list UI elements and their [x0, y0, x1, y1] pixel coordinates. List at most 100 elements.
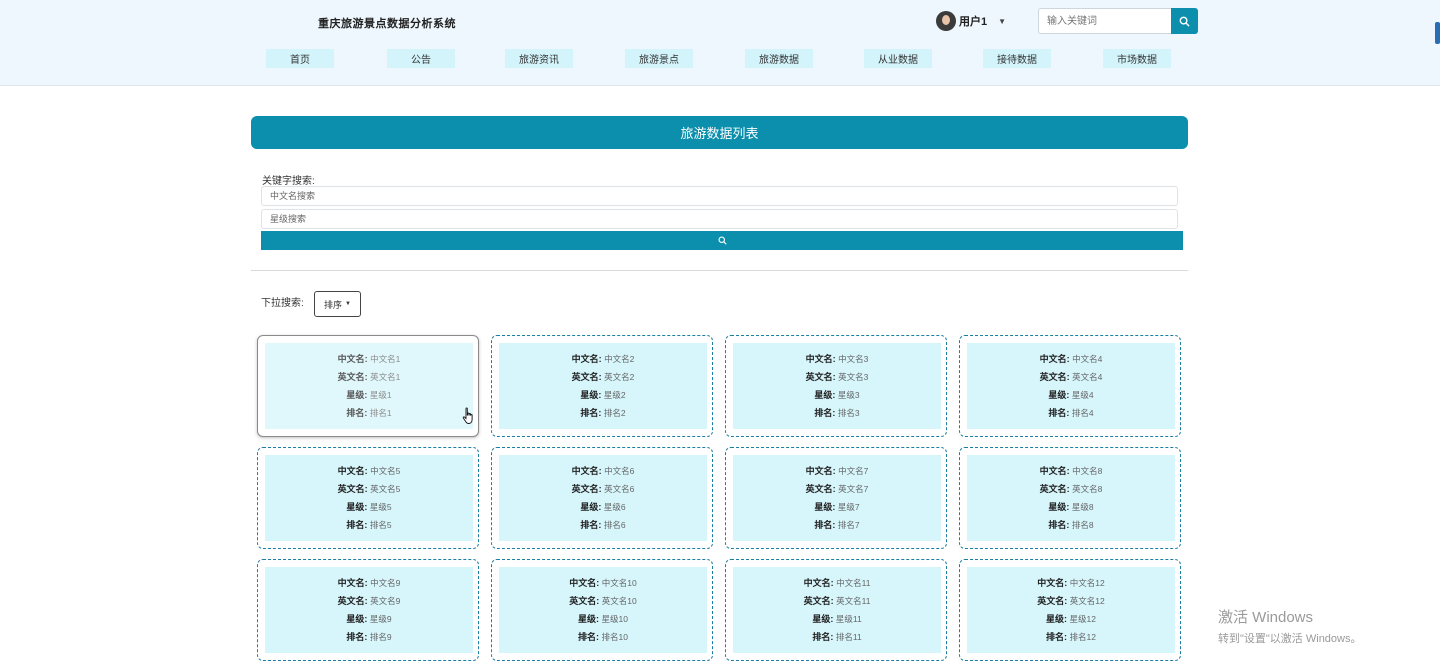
nav-item-employment-data[interactable]: 从业数据 [864, 49, 932, 68]
card-field-value: 中文名2 [604, 353, 635, 364]
card-field-label: 星级: [580, 501, 602, 512]
data-card[interactable]: 中文名: 中文名9 英文名: 英文名9 星级: 星级9 排名: 排名9 [257, 559, 479, 661]
card-field-value: 排名1 [369, 407, 392, 418]
card-body: 中文名: 中文名1 英文名: 英文名1 星级: 星级1 排名: 排名1 [265, 343, 473, 429]
card-field-value: 英文名8 [1072, 483, 1103, 494]
data-card[interactable]: 中文名: 中文名4 英文名: 英文名4 星级: 星级4 排名: 排名4 [959, 335, 1181, 437]
card-field-cn: 中文名: 中文名5 [338, 464, 401, 479]
card-body: 中文名: 中文名8 英文名: 英文名8 星级: 星级8 排名: 排名8 [967, 455, 1175, 541]
user-menu[interactable]: 用户1 ▼ [936, 11, 1006, 31]
card-field-label: 星级: [812, 613, 834, 624]
card-field-rank: 排名: 排名9 [346, 630, 391, 645]
nav-item-spots[interactable]: 旅游景点 [625, 49, 693, 68]
card-field-label: 英文名: [803, 595, 834, 606]
card-field-cn: 中文名: 中文名1 [338, 352, 401, 367]
card-field-label: 中文名: [571, 465, 602, 476]
card-field-en: 英文名: 英文名5 [338, 482, 401, 497]
card-field-rank: 排名: 排名7 [814, 518, 859, 533]
card-field-cn: 中文名: 中文名8 [1040, 464, 1103, 479]
card-field-value: 星级6 [603, 501, 626, 512]
site-title: 重庆旅游景点数据分析系统 [318, 18, 456, 30]
card-field-en: 英文名: 英文名7 [806, 482, 869, 497]
card-field-label: 英文名: [571, 371, 602, 382]
scrollbar[interactable] [1435, 22, 1440, 44]
card-field-label: 星级: [578, 613, 599, 624]
chinese-name-search-input[interactable] [261, 186, 1178, 206]
card-field-star: 星级: 星级11 [812, 612, 861, 627]
data-card[interactable]: 中文名: 中文名12 英文名: 英文名12 星级: 星级12 排名: 排名12 [959, 559, 1181, 661]
card-body: 中文名: 中文名10 英文名: 英文名10 星级: 星级10 排名: 排名10 [499, 567, 707, 653]
card-body: 中文名: 中文名2 英文名: 英文名2 星级: 星级2 排名: 排名2 [499, 343, 707, 429]
header: 重庆旅游景点数据分析系统 用户1 ▼ 首页 公告 旅游资讯 旅游景点 旅游数据 … [0, 0, 1440, 86]
search-input[interactable] [1038, 8, 1172, 34]
card-field-label: 排名: [580, 407, 602, 418]
card-field-value: 星级5 [369, 501, 392, 512]
card-field-rank: 排名: 排名10 [578, 630, 628, 645]
card-field-value: 英文名10 [601, 595, 637, 606]
card-field-star: 星级: 星级5 [346, 500, 391, 515]
card-field-label: 英文名: [337, 595, 368, 606]
card-body: 中文名: 中文名3 英文名: 英文名3 星级: 星级3 排名: 排名3 [733, 343, 941, 429]
card-field-cn: 中文名: 中文名2 [572, 352, 635, 367]
page-title: 旅游数据列表 [251, 116, 1188, 149]
card-field-value: 星级1 [369, 389, 392, 400]
card-field-label: 星级: [346, 389, 368, 400]
card-field-label: 英文名: [1039, 371, 1070, 382]
data-card[interactable]: 中文名: 中文名8 英文名: 英文名8 星级: 星级8 排名: 排名8 [959, 447, 1181, 549]
card-field-label: 排名: [346, 519, 368, 530]
data-card[interactable]: 中文名: 中文名11 英文名: 英文名11 星级: 星级11 排名: 排名11 [725, 559, 947, 661]
card-field-value: 英文名1 [370, 371, 401, 382]
card-field-value: 星级10 [601, 613, 628, 624]
card-field-star: 星级: 星级2 [580, 388, 625, 403]
card-field-label: 排名: [346, 631, 368, 642]
card-field-cn: 中文名: 中文名7 [806, 464, 869, 479]
nav-item-reception-data[interactable]: 接待数据 [983, 49, 1051, 68]
card-field-value: 中文名5 [370, 465, 401, 476]
watermark-title: 激活 Windows [1218, 609, 1314, 626]
data-card[interactable]: 中文名: 中文名6 英文名: 英文名6 星级: 星级6 排名: 排名6 [491, 447, 713, 549]
card-field-value: 排名6 [603, 519, 626, 530]
nav-item-home[interactable]: 首页 [266, 49, 334, 68]
card-field-value: 星级2 [603, 389, 626, 400]
card-field-value: 星级12 [1069, 613, 1096, 624]
card-field-en: 英文名: 英文名2 [572, 370, 635, 385]
card-field-label: 英文名: [805, 371, 836, 382]
card-field-en: 英文名: 英文名12 [1037, 594, 1104, 609]
star-search-input[interactable] [261, 209, 1178, 229]
card-field-value: 排名4 [1071, 407, 1094, 418]
card-field-value: 排名3 [837, 407, 860, 418]
card-field-label: 排名: [812, 631, 834, 642]
card-field-label: 星级: [1046, 613, 1067, 624]
data-card[interactable]: 中文名: 中文名3 英文名: 英文名3 星级: 星级3 排名: 排名3 [725, 335, 947, 437]
nav-item-notice[interactable]: 公告 [387, 49, 455, 68]
card-field-label: 中文名: [805, 465, 836, 476]
data-card[interactable]: 中文名: 中文名10 英文名: 英文名10 星级: 星级10 排名: 排名10 [491, 559, 713, 661]
card-body: 中文名: 中文名11 英文名: 英文名11 星级: 星级11 排名: 排名11 [733, 567, 941, 653]
sort-dropdown[interactable]: 排序 ▼ [314, 291, 361, 317]
data-card[interactable]: 中文名: 中文名7 英文名: 英文名7 星级: 星级7 排名: 排名7 [725, 447, 947, 549]
search-submit-button[interactable] [261, 231, 1183, 250]
data-card[interactable]: 中文名: 中文名2 英文名: 英文名2 星级: 星级2 排名: 排名2 [491, 335, 713, 437]
data-card[interactable]: 中文名: 中文名1 英文名: 英文名1 星级: 星级1 排名: 排名1 [257, 335, 479, 437]
card-field-en: 英文名: 英文名4 [1040, 370, 1103, 385]
card-field-star: 星级: 星级9 [346, 612, 391, 627]
user-name: 用户1 [959, 16, 988, 28]
keyword-search-label: 关键字搜索: [262, 176, 315, 187]
card-field-label: 排名: [578, 631, 599, 642]
card-field-cn: 中文名: 中文名10 [569, 576, 636, 591]
card-field-label: 英文名: [805, 483, 836, 494]
card-field-value: 英文名7 [838, 483, 869, 494]
card-field-value: 排名11 [835, 631, 862, 642]
card-field-rank: 排名: 排名3 [814, 406, 859, 421]
card-field-en: 英文名: 英文名3 [806, 370, 869, 385]
card-field-value: 星级8 [1071, 501, 1094, 512]
card-field-label: 星级: [346, 613, 368, 624]
nav-item-market-data[interactable]: 市场数据 [1103, 49, 1171, 68]
card-field-value: 中文名9 [370, 577, 401, 588]
search-button[interactable] [1171, 8, 1198, 34]
card-field-label: 星级: [580, 389, 602, 400]
card-field-label: 星级: [1048, 501, 1070, 512]
nav-item-tour-data[interactable]: 旅游数据 [745, 49, 813, 68]
data-card[interactable]: 中文名: 中文名5 英文名: 英文名5 星级: 星级5 排名: 排名5 [257, 447, 479, 549]
nav-item-news[interactable]: 旅游资讯 [505, 49, 573, 68]
